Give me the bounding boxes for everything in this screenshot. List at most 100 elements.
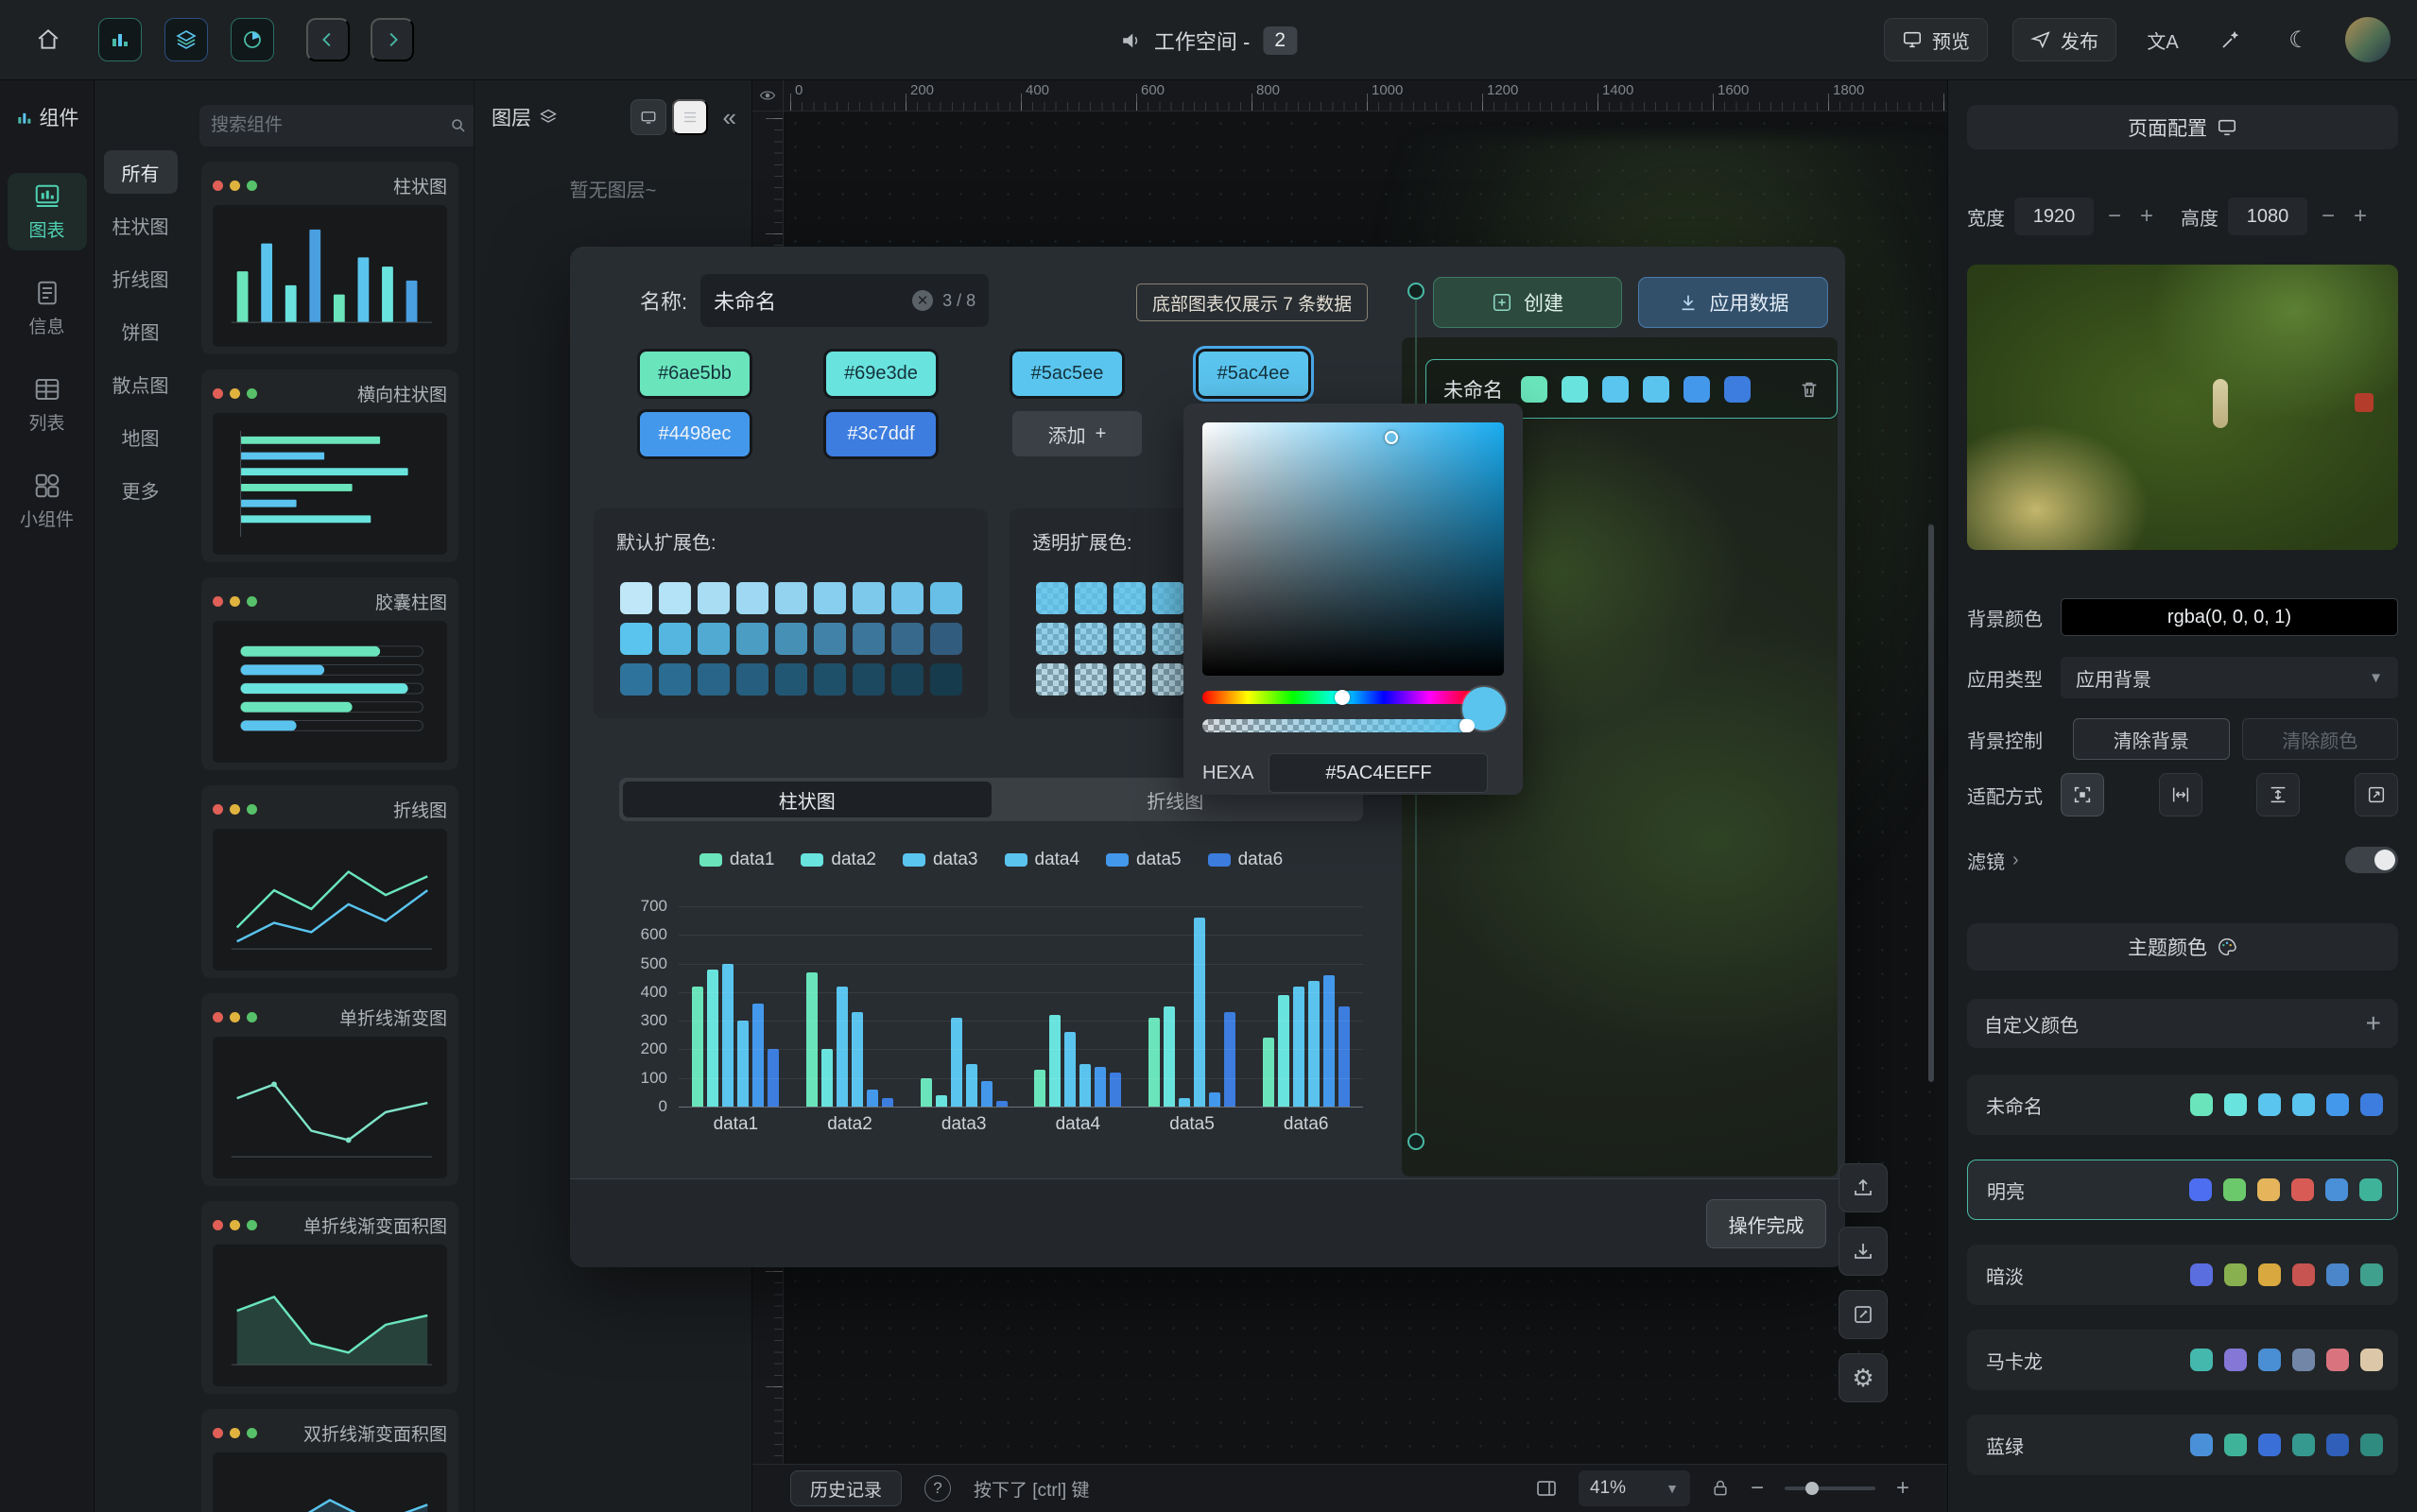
palette-swatch[interactable] [814,623,846,655]
palette-swatch[interactable] [698,623,730,655]
chevron-right-icon[interactable]: › [2012,850,2019,871]
tab-bar-chart[interactable]: 柱状图 [623,782,992,817]
transparent-palette-swatch[interactable] [1114,582,1146,614]
search-input[interactable] [211,115,442,136]
component-card[interactable]: 单折线渐变面积图 [201,1201,458,1394]
transparent-palette-swatch[interactable] [1075,623,1107,655]
chart-app-button[interactable] [98,18,142,61]
transparent-palette-swatch[interactable] [1036,582,1068,614]
alpha-slider[interactable] [1202,719,1475,732]
hex-input[interactable] [1269,753,1488,793]
category-item[interactable]: 更多 [104,468,178,511]
layers-thumbnail-view-button[interactable] [630,99,666,135]
preview-button[interactable]: 预览 [1884,18,1988,61]
palette-swatch[interactable] [853,623,885,655]
palette-swatch[interactable] [620,582,652,614]
custom-color-row[interactable]: 自定义颜色 + [1967,999,2398,1048]
add-custom-color-icon[interactable]: + [2366,1010,2381,1037]
category-item[interactable]: 地图 [104,415,178,458]
zoom-slider-knob[interactable] [1805,1482,1819,1495]
palette-swatch[interactable] [853,582,885,614]
category-item[interactable]: 折线图 [104,256,178,300]
transparent-palette-swatch[interactable] [1075,663,1107,696]
palette-swatch[interactable] [930,623,962,655]
pie-app-button[interactable] [231,18,274,61]
palette-swatch[interactable] [736,623,768,655]
component-card[interactable]: 胶囊柱图 [201,577,458,770]
avatar[interactable] [2345,17,2391,62]
palette-swatch[interactable] [620,663,652,696]
component-card[interactable]: 折线图 [201,785,458,978]
history-button[interactable]: 历史记录 [790,1470,902,1506]
component-card[interactable]: 柱状图 [201,162,458,354]
theme-row[interactable]: 蓝绿 [1967,1415,2398,1475]
palette-swatch[interactable] [814,582,846,614]
palette-swatch[interactable] [736,663,768,696]
undo-button[interactable] [306,18,350,61]
filter-toggle[interactable] [2345,847,2398,873]
language-button[interactable]: 文A [2141,18,2184,61]
settings-button[interactable]: ⚙ [1839,1353,1888,1402]
palette-swatch[interactable] [736,582,768,614]
palette-swatch[interactable] [620,623,652,655]
hue-slider[interactable] [1202,691,1475,704]
clear-color-button[interactable]: 清除颜色 [2242,718,2399,760]
component-card[interactable]: 双折线渐变面积图 [201,1409,458,1512]
palette-swatch[interactable] [698,663,730,696]
color-chip[interactable]: #6ae5bb [640,352,750,396]
transparent-palette-swatch[interactable] [1114,623,1146,655]
alpha-slider-knob[interactable] [1459,719,1475,732]
sidebar-item-widget[interactable]: 小组件 [8,462,87,540]
width-minus-button[interactable]: − [2103,205,2126,228]
theme-color-button[interactable]: 主题颜色 [1967,923,2398,971]
help-icon[interactable]: ? [924,1475,951,1502]
selection-handle-bottom[interactable] [1407,1133,1424,1150]
palette-swatch[interactable] [814,663,846,696]
scheme-name-input[interactable] [714,288,903,313]
transparent-palette-swatch[interactable] [1114,663,1146,696]
component-card[interactable]: 单折线渐变图 [201,993,458,1186]
create-button[interactable]: 创建 [1433,277,1622,328]
transparent-palette-swatch[interactable] [1036,663,1068,696]
theme-row[interactable]: 马卡龙 [1967,1330,2398,1390]
palette-swatch[interactable] [891,663,924,696]
clear-background-button[interactable]: 清除背景 [2073,718,2230,760]
app-type-select[interactable]: 应用背景 ▼ [2061,657,2398,698]
background-image-preview[interactable] [1967,265,2398,550]
category-item[interactable]: 柱状图 [104,203,178,247]
home-button[interactable] [26,18,70,61]
export-button[interactable] [1839,1163,1888,1212]
palette-swatch[interactable] [659,582,691,614]
transparent-palette-swatch[interactable] [1075,582,1107,614]
color-chip[interactable]: #69e3de [826,352,936,396]
width-input[interactable] [2014,198,2094,235]
dark-mode-button[interactable]: ☾ [2277,18,2321,61]
theme-row[interactable]: 暗淡 [1967,1245,2398,1305]
color-chip[interactable]: #5ac5ee [1012,352,1122,396]
zoom-out-icon[interactable]: − [1751,1477,1764,1500]
zoom-slider[interactable] [1785,1486,1875,1490]
edit-button[interactable] [1839,1290,1888,1339]
height-plus-button[interactable]: + [2349,205,2372,228]
category-item[interactable]: 饼图 [104,309,178,352]
theme-row[interactable]: 明亮 [1967,1160,2398,1220]
canvas-scrollbar[interactable] [1928,524,1934,1082]
done-button[interactable]: 操作完成 [1706,1199,1826,1248]
eye-icon[interactable] [759,87,776,104]
fit-width-button[interactable] [2159,773,2202,816]
collapse-panel-icon[interactable]: « [723,103,736,132]
height-input[interactable] [2228,198,2307,235]
color-chip[interactable]: #5ac4ee [1199,352,1308,396]
legend-item[interactable]: data5 [1106,850,1182,870]
palette-swatch[interactable] [659,623,691,655]
legend-item[interactable]: data2 [801,850,876,870]
workspace-badge[interactable]: 2 [1263,26,1297,55]
palette-swatch[interactable] [891,623,924,655]
palette-swatch[interactable] [930,663,962,696]
add-color-button[interactable]: 添加+ [1012,411,1142,456]
saturation-value-area[interactable] [1202,422,1504,676]
category-item[interactable]: 散点图 [104,362,178,405]
panel-toggle-icon[interactable] [1535,1477,1558,1500]
page-config-header[interactable]: 页面配置 [1967,105,2398,149]
sv-cursor[interactable] [1385,431,1398,444]
